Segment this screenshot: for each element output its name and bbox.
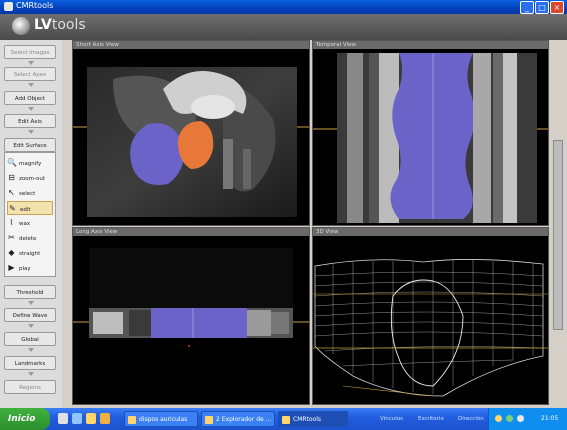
pointer-icon: ↖ <box>8 188 15 197</box>
system-tray: 21:05 <box>488 408 567 430</box>
view-title: Temporal View <box>313 41 548 49</box>
tool-play[interactable]: ▶ play <box>7 261 53 275</box>
minimize-button[interactable]: _ <box>520 1 534 14</box>
delete-icon: ✂ <box>8 233 15 242</box>
task-cmrtools[interactable]: CMRtools <box>278 411 348 427</box>
temporal-view[interactable]: Temporal View <box>312 40 549 226</box>
view-title: Short Axis View <box>73 41 309 49</box>
start-label: Inicio <box>8 414 36 424</box>
global-button[interactable]: Global <box>4 332 56 346</box>
toolbar-vinculos[interactable]: Vínculos <box>380 408 403 430</box>
toolbar-escritorio[interactable]: Escritorio <box>418 408 444 430</box>
select-images-button[interactable]: Select Images <box>4 45 56 59</box>
vertical-scrollbar[interactable] <box>552 40 564 408</box>
powerpoint-icon <box>128 416 136 424</box>
edit-surface-button[interactable]: Edit Surface <box>4 138 56 152</box>
taskbar: Inicio dispos auriculas 2 Explorador de … <box>0 408 567 430</box>
play-icon: ▶ <box>8 263 15 272</box>
view-title: 3D View <box>313 228 548 236</box>
surface-tool-panel: 🔍 magnify ⊟ zoom-out ↖ select ✎ edit ⌇ wax ✂ d… <box>4 152 56 277</box>
scrollbar-thumb[interactable] <box>553 140 563 330</box>
temporal-image[interactable] <box>313 49 548 225</box>
app-banner: LVtools <box>0 14 567 40</box>
tool-zoom-out[interactable]: ⊟ zoom-out <box>7 171 53 185</box>
folder-icon <box>205 416 213 424</box>
tool-wax[interactable]: ⌇ wax <box>7 216 53 230</box>
view-title: Long Axis View <box>73 228 309 236</box>
select-apex-button[interactable]: Select Apex <box>4 67 56 81</box>
magnifier-icon: 🔍 <box>7 158 17 167</box>
close-button[interactable]: × <box>550 1 564 14</box>
3d-view[interactable]: 3D View <box>312 227 549 405</box>
quicklaunch-ie-icon[interactable] <box>72 413 82 424</box>
tool-straight[interactable]: ◆ straight <box>7 246 53 260</box>
regions-button[interactable]: Regions <box>4 380 56 394</box>
title-bar[interactable]: CMRtools _ □ × <box>0 0 567 14</box>
zoom-out-icon: ⊟ <box>8 173 15 182</box>
flow-arrow-icon <box>28 61 34 65</box>
sidebar: Select Images Select Apex Add Object Edi… <box>0 40 62 408</box>
window-title: CMRtools <box>16 1 54 10</box>
3d-mesh-render[interactable] <box>313 236 548 404</box>
tool-magnify[interactable]: 🔍 magnify <box>7 156 53 170</box>
tray-icon[interactable] <box>517 415 524 422</box>
flow-arrow-icon <box>28 301 34 305</box>
landmarks-button[interactable]: Landmarks <box>4 356 56 370</box>
quicklaunch-folder-icon[interactable] <box>86 413 96 424</box>
start-button[interactable]: Inicio <box>0 408 50 430</box>
cmrtools-icon <box>282 416 290 424</box>
long-axis-image[interactable] <box>73 236 309 404</box>
short-axis-image[interactable] <box>73 49 309 225</box>
edit-axis-button[interactable]: Edit Axis <box>4 114 56 128</box>
tray-icon[interactable] <box>495 415 502 422</box>
long-axis-view[interactable]: Long Axis View <box>72 227 310 405</box>
edit-icon: ✎ <box>9 204 16 213</box>
flow-arrow-icon <box>28 324 34 328</box>
quicklaunch-desktop-icon[interactable] <box>58 413 68 424</box>
flow-arrow-icon <box>28 348 34 352</box>
quicklaunch-media-icon[interactable] <box>100 413 110 424</box>
logo-icon <box>12 17 30 35</box>
flow-arrow-icon <box>28 130 34 134</box>
flow-arrow-icon <box>28 83 34 87</box>
short-axis-view[interactable]: Short Axis View <box>72 40 310 226</box>
tool-edit[interactable]: ✎ edit <box>7 201 53 215</box>
app-logo-text: LVtools <box>34 17 86 33</box>
app-icon <box>4 2 13 11</box>
tray-icon[interactable] <box>506 415 513 422</box>
clock[interactable]: 21:05 <box>541 408 558 430</box>
tool-select[interactable]: ↖ select <box>7 186 53 200</box>
task-explorador[interactable]: 2 Explorador de ... <box>201 411 275 427</box>
toolbar-direccion[interactable]: Dirección <box>458 408 484 430</box>
task-dispos-auriculas[interactable]: dispos auriculas <box>124 411 198 427</box>
flow-arrow-icon <box>28 107 34 111</box>
app-window: CMRtools _ □ × LVtools Select Images Sel… <box>0 0 567 430</box>
threshold-button[interactable]: Threshold <box>4 285 56 299</box>
wax-icon: ⌇ <box>9 218 14 227</box>
maximize-button[interactable]: □ <box>535 1 549 14</box>
flow-arrow-icon <box>28 372 34 376</box>
define-wave-button[interactable]: Define Wave <box>4 308 56 322</box>
straight-icon: ◆ <box>8 248 15 257</box>
add-object-button[interactable]: Add Object <box>4 91 56 105</box>
tool-delete[interactable]: ✂ delete <box>7 231 53 245</box>
